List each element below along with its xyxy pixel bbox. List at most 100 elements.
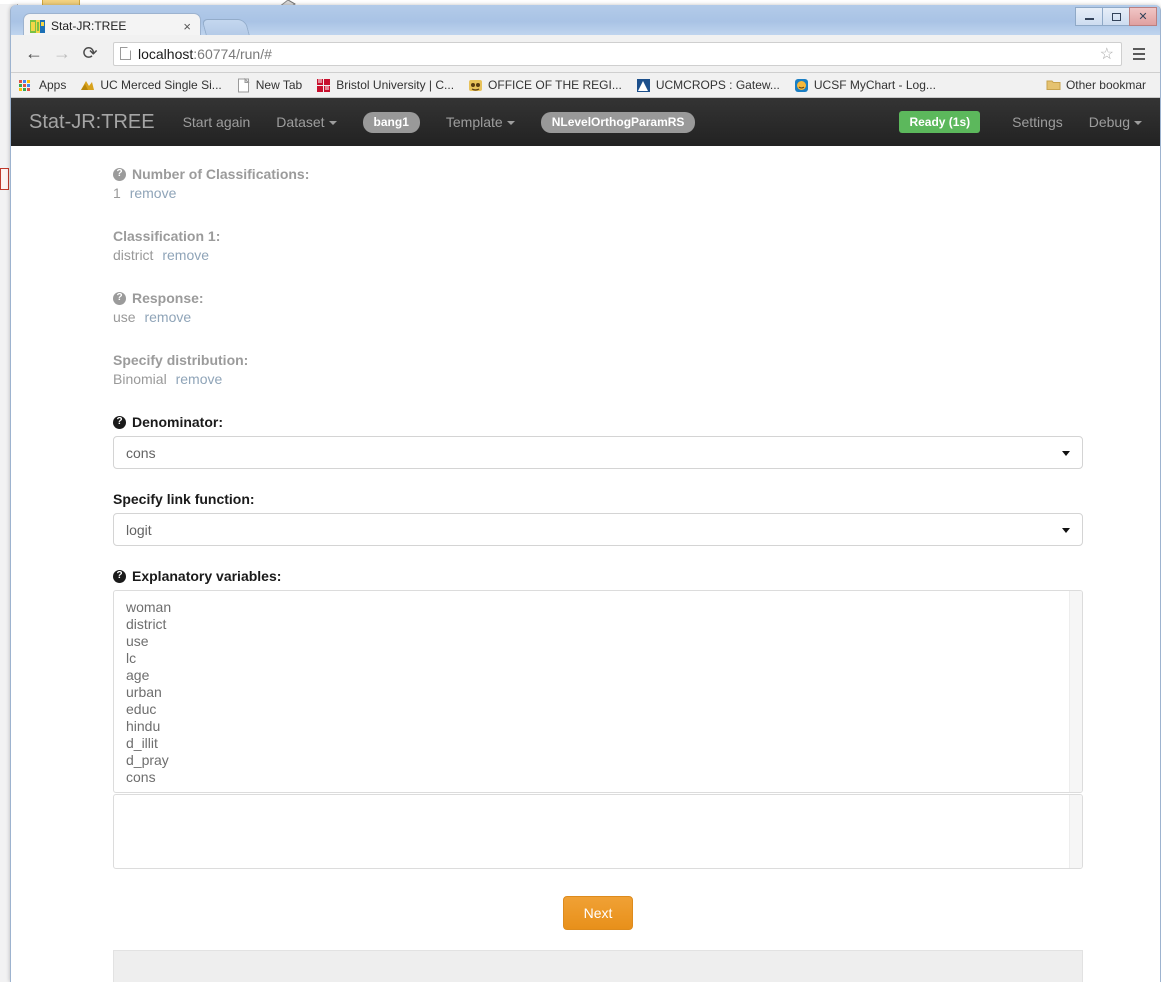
- label-text: Explanatory variables:: [132, 568, 281, 584]
- tab-close-icon[interactable]: ×: [180, 20, 194, 33]
- app-brand[interactable]: Stat-JR:TREE: [29, 111, 155, 134]
- nav-template[interactable]: Template: [446, 114, 515, 130]
- folder-icon: [1046, 77, 1061, 92]
- label-text: Response:: [132, 290, 204, 306]
- help-icon[interactable]: ?: [113, 292, 126, 305]
- maximize-button[interactable]: [1102, 7, 1130, 26]
- nav-settings[interactable]: Settings: [1012, 114, 1063, 130]
- form-actions: Next: [113, 896, 1083, 930]
- value-text: use: [113, 309, 136, 325]
- dataset-pill[interactable]: bang1: [363, 112, 420, 133]
- nav-debug-label: Debug: [1089, 114, 1130, 130]
- bookmark-label: UC Merced Single Si...: [100, 78, 221, 92]
- remove-link[interactable]: remove: [144, 309, 191, 325]
- denominator-value: cons: [126, 445, 156, 461]
- bookmark-other-bookmarks[interactable]: Other bookmar: [1046, 77, 1146, 92]
- close-button[interactable]: ✕: [1129, 7, 1157, 26]
- remove-link[interactable]: remove: [176, 371, 223, 387]
- apps-grid-icon: [19, 78, 34, 93]
- ucmcrops-icon: [636, 78, 651, 93]
- label-text: Specify distribution:: [113, 352, 248, 368]
- address-bar[interactable]: localhost:60774/run/# ☆: [113, 42, 1122, 66]
- back-button[interactable]: ←: [21, 41, 47, 67]
- nav-dataset[interactable]: Dataset: [276, 114, 336, 130]
- tab-title: Stat-JR:TREE: [51, 19, 180, 33]
- remove-link[interactable]: remove: [162, 247, 209, 263]
- chevron-down-icon: [1062, 451, 1070, 456]
- listbox-scrollbar[interactable]: [1069, 591, 1082, 792]
- browser-window: Stat-JR:TREE × ✕ ← → ⟳ localhost:60774/r…: [10, 5, 1161, 982]
- chevron-down-icon: [1134, 121, 1142, 125]
- link-function-value: logit: [126, 522, 152, 538]
- listbox-option[interactable]: d_pray: [126, 752, 1082, 769]
- link-function-select[interactable]: logit: [113, 513, 1083, 546]
- bookmark-label: Other bookmar: [1066, 78, 1146, 92]
- browser-toolbar: ← → ⟳ localhost:60774/run/# ☆: [11, 35, 1160, 73]
- app-navbar: Stat-JR:TREE Start again Dataset bang1 T…: [11, 98, 1160, 146]
- bookmark-label: OFFICE OF THE REGI...: [488, 78, 622, 92]
- selectedbox-scrollbar[interactable]: [1069, 795, 1082, 868]
- label-response: ? Response:: [113, 290, 1083, 306]
- label-number-of-classifications: ? Number of Classifications:: [113, 166, 1083, 182]
- url-host: localhost: [138, 46, 193, 62]
- chevron-down-icon: [329, 121, 337, 125]
- label-link-function: Specify link function:: [113, 491, 1083, 507]
- bookmark-apps[interactable]: Apps: [19, 78, 66, 93]
- value-text: 1: [113, 185, 121, 201]
- bookmark-office-registrar[interactable]: OFFICE OF THE REGI...: [468, 78, 622, 93]
- remove-link[interactable]: remove: [130, 185, 177, 201]
- template-pill[interactable]: NLevelOrthogParamRS: [541, 112, 696, 133]
- minimize-button[interactable]: [1075, 7, 1103, 26]
- bookmark-label: UCSF MyChart - Log...: [814, 78, 936, 92]
- bookmark-uc-merced[interactable]: UC Merced Single Si...: [80, 78, 221, 93]
- status-badge[interactable]: Ready (1s): [899, 111, 980, 133]
- reload-button[interactable]: ⟳: [77, 41, 103, 67]
- page-viewport: Stat-JR:TREE Start again Dataset bang1 T…: [11, 98, 1160, 982]
- window-controls: ✕: [1076, 7, 1157, 26]
- help-icon[interactable]: ?: [113, 570, 126, 583]
- nav-debug[interactable]: Debug: [1089, 114, 1142, 130]
- bookmark-label: Apps: [39, 78, 66, 92]
- bookmark-bristol-university[interactable]: Bristol University | C...: [316, 78, 454, 93]
- value-response: use remove: [113, 309, 1083, 325]
- listbox-option[interactable]: urban: [126, 684, 1082, 701]
- background-window-highlight: [0, 168, 9, 190]
- value-number-of-classifications: 1 remove: [113, 185, 1083, 201]
- label-text: Number of Classifications:: [132, 166, 309, 182]
- value-text: Binomial: [113, 371, 167, 387]
- listbox-option[interactable]: use: [126, 633, 1082, 650]
- listbox-option[interactable]: hindu: [126, 718, 1082, 735]
- listbox-option[interactable]: lc: [126, 650, 1082, 667]
- listbox-option[interactable]: woman: [126, 599, 1082, 616]
- bookmark-ucmcrops[interactable]: UCMCROPS : Gatew...: [636, 78, 780, 93]
- listbox-option[interactable]: age: [126, 667, 1082, 684]
- bookmark-star-icon[interactable]: ☆: [1100, 46, 1114, 63]
- main-content: ? Number of Classifications: 1 remove Cl…: [11, 146, 1160, 982]
- form-container: ? Number of Classifications: 1 remove Cl…: [113, 166, 1083, 930]
- nav-template-label: Template: [446, 114, 503, 130]
- page-info-icon: [120, 47, 131, 60]
- value-classification-1: district remove: [113, 247, 1083, 263]
- denominator-select[interactable]: cons: [113, 436, 1083, 469]
- uc-merced-icon: [80, 78, 95, 93]
- bookmark-label: UCMCROPS : Gatew...: [656, 78, 780, 92]
- nav-start-again[interactable]: Start again: [183, 114, 251, 130]
- forward-button[interactable]: →: [49, 41, 75, 67]
- bookmark-label: Bristol University | C...: [336, 78, 454, 92]
- listbox-option[interactable]: educ: [126, 701, 1082, 718]
- help-icon[interactable]: ?: [113, 168, 126, 181]
- ucsf-mychart-icon: [794, 78, 809, 93]
- listbox-option[interactable]: cons: [126, 769, 1082, 786]
- listbox-option[interactable]: d_illit: [126, 735, 1082, 752]
- bookmark-ucsf-mychart[interactable]: UCSF MyChart - Log...: [794, 78, 936, 93]
- explanatory-selected-box[interactable]: [113, 794, 1083, 869]
- label-text: Denominator:: [132, 414, 223, 430]
- url-path: :60774/run/#: [193, 46, 272, 62]
- explanatory-variables-listbox[interactable]: womandistrictuselcageurbaneduchindud_ill…: [113, 590, 1083, 793]
- chrome-menu-icon[interactable]: [1128, 41, 1150, 67]
- listbox-option[interactable]: district: [126, 616, 1082, 633]
- next-button[interactable]: Next: [563, 896, 634, 930]
- help-icon[interactable]: ?: [113, 416, 126, 429]
- chevron-down-icon: [1062, 528, 1070, 533]
- bookmark-new-tab[interactable]: New Tab: [236, 78, 302, 93]
